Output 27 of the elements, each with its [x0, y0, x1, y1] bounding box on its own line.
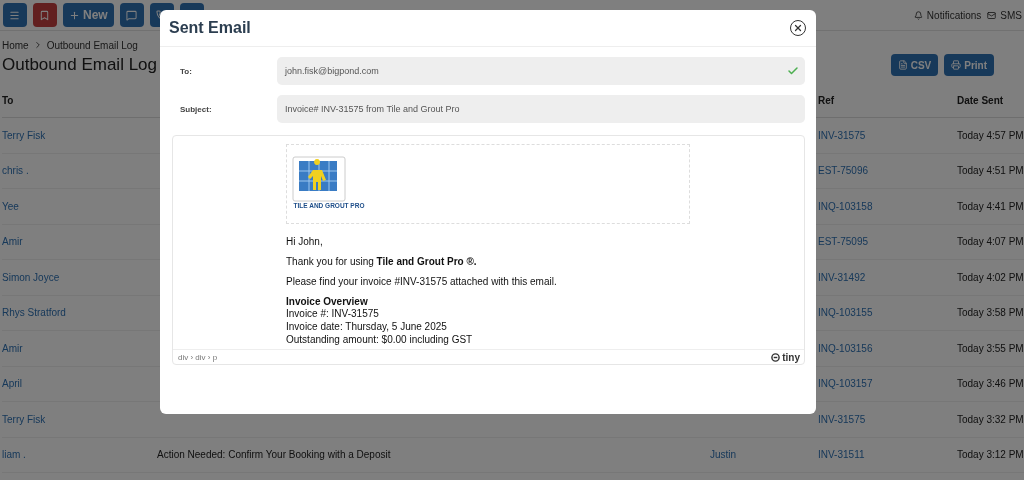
subject-cell: Action Needed: Confirm Your Booking with a Deposit: [157, 437, 710, 473]
date-cell: Today 3:46 PM: [957, 366, 1024, 402]
paragraph: Thank you for using Tile and Grout Pro ®.: [286, 256, 478, 267]
column-header: Date Sent: [957, 83, 1024, 118]
text-line: Outstanding amount: $0.00 including GST: [286, 333, 474, 346]
date-cell: Today 4:07 PM: [957, 224, 1024, 260]
section-heading: Invoice Overview: [286, 296, 369, 307]
column-header: To: [2, 83, 157, 118]
editor-brand: tiny: [771, 351, 800, 363]
text-line: Invoice date: Thursday, 5 June 2025: [286, 320, 448, 333]
field-label: To:: [180, 66, 193, 76]
text-line: Invoice #: INV-31575: [286, 307, 380, 320]
paragraph: Hi John,: [286, 236, 324, 247]
dialog-title: Sent Email: [169, 19, 251, 37]
date-cell: Today 3:32 PM: [957, 402, 1024, 438]
date-cell: Today 3:58 PM: [957, 295, 1024, 331]
page-title: Outbound Email Log: [2, 55, 157, 75]
date-cell: Today 4:57 PM: [957, 118, 1024, 154]
paragraph: Please find your invoice #INV-31575 attached with this email.: [286, 276, 558, 287]
date-cell: Today 4:51 PM: [957, 153, 1024, 189]
date-cell: Today 4:41 PM: [957, 189, 1024, 225]
date-cell: Today 4:02 PM: [957, 260, 1024, 296]
date-cell: Today 3:12 PM: [957, 437, 1024, 473]
element-path: div › div › p: [178, 352, 218, 362]
column-header: Ref: [818, 83, 957, 118]
field-label: Subject:: [180, 104, 213, 114]
date-cell: Today 3:55 PM: [957, 331, 1024, 367]
